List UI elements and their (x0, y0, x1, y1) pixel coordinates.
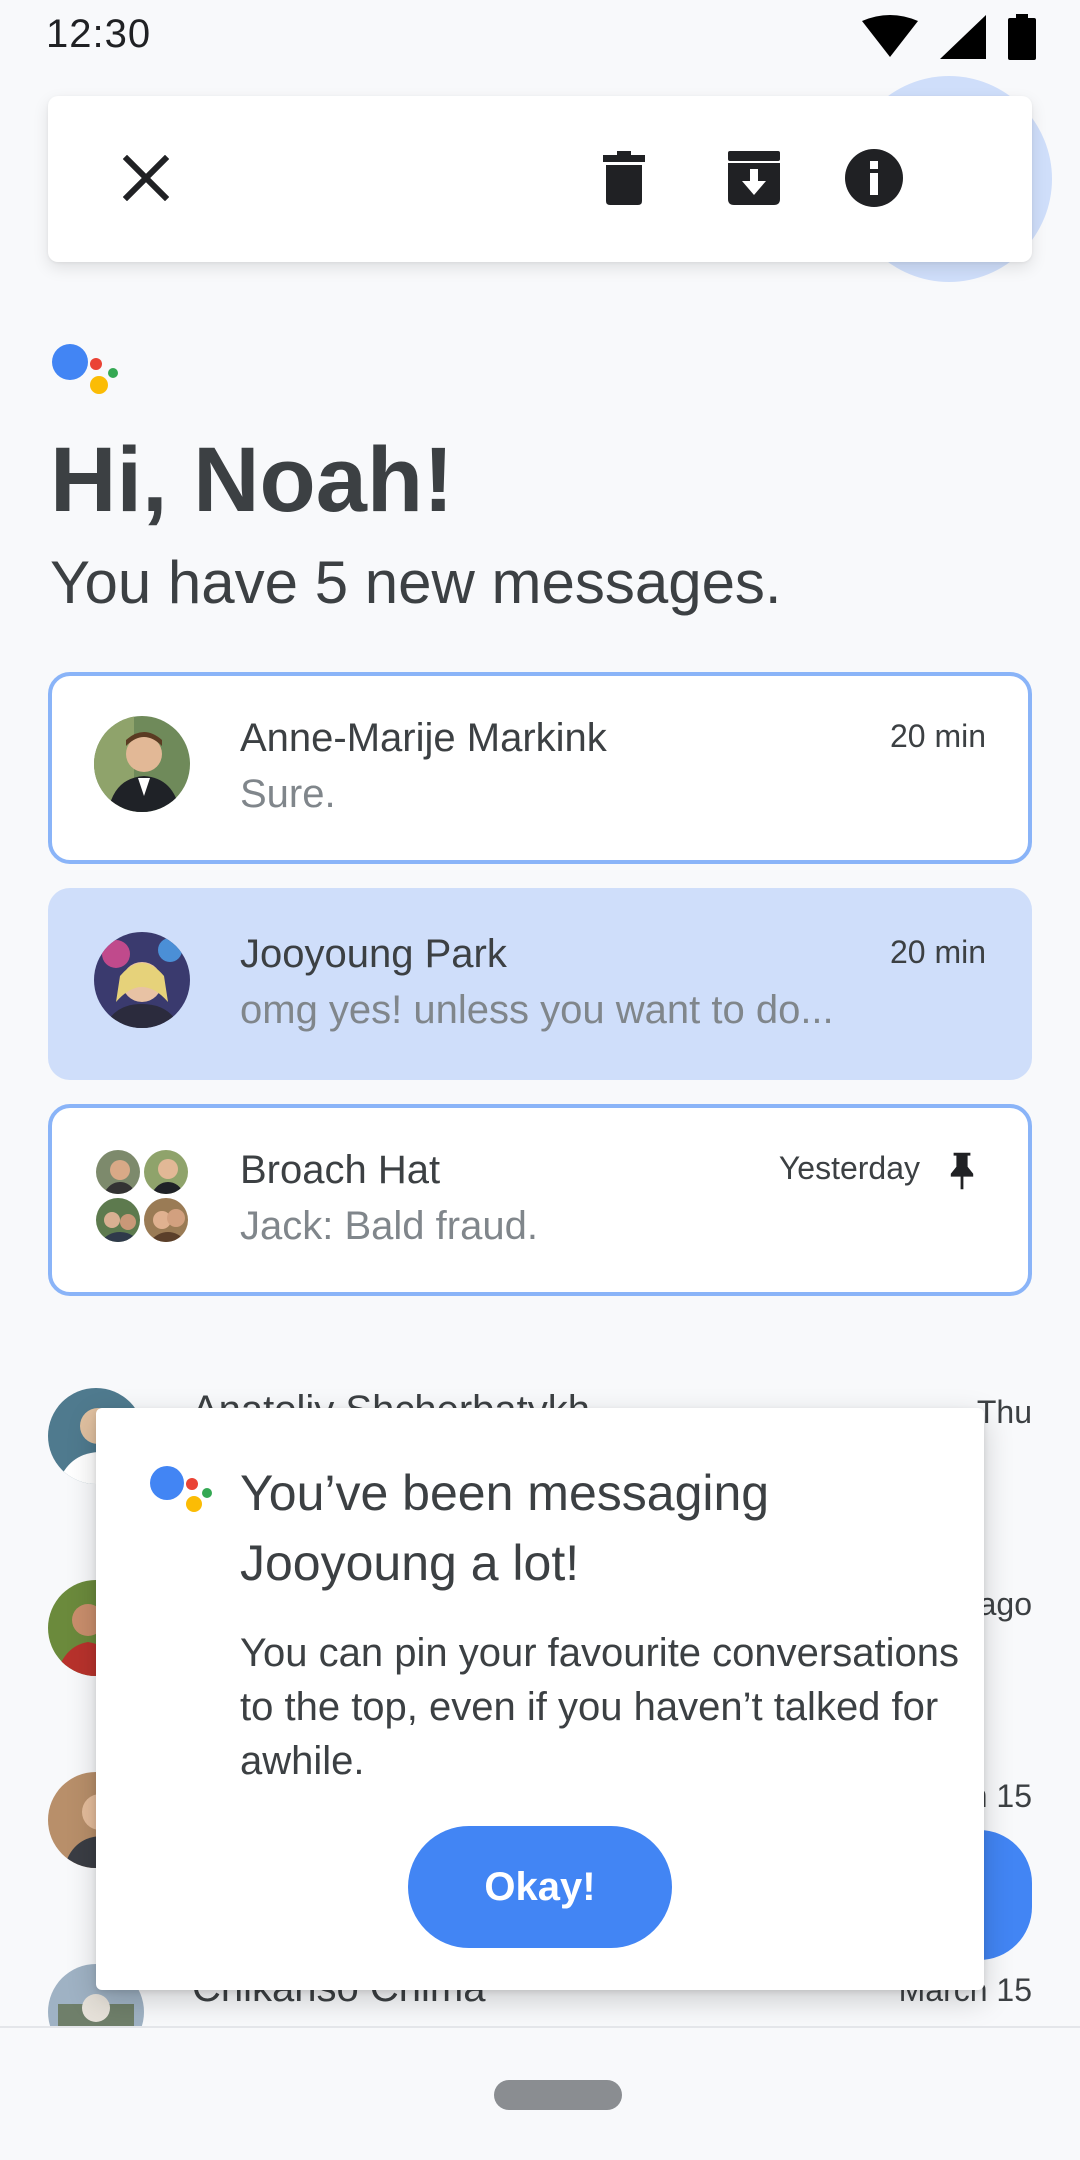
assistant-logo (52, 342, 118, 406)
wifi-icon (862, 15, 918, 57)
contact-name: Jooyoung Park (240, 932, 507, 976)
close-button[interactable] (100, 132, 192, 224)
message-time: Thu (976, 1394, 1032, 1430)
delete-button[interactable] (578, 132, 670, 224)
conversation-card[interactable]: Broach Hat Jack: Bald fraud. Yesterday (48, 1104, 1032, 1296)
contact-name: Anne-Marije Markink (240, 716, 607, 760)
avatar (94, 716, 190, 812)
status-bar: 12:30 (0, 0, 1080, 72)
message-time: 20 min (889, 718, 986, 754)
message-time: Yesterday (778, 1150, 920, 1186)
archive-icon (728, 151, 780, 205)
message-snippet: Sure. (240, 772, 336, 816)
contact-name: Broach Hat (240, 1148, 441, 1192)
avatar (94, 932, 190, 1028)
selection-action-bar (48, 96, 1032, 262)
group-avatar (94, 1148, 194, 1248)
assistant-logo (150, 1464, 214, 1528)
info-icon (845, 149, 903, 207)
status-icons (862, 14, 1036, 60)
status-time: 12:30 (46, 12, 152, 56)
close-icon (123, 155, 169, 201)
dialog-body: You can pin your favourite conversations… (240, 1631, 959, 1783)
navigation-bar (0, 2026, 1080, 2160)
dialog-title: You’ve been messaging Jooyoung a lot! (240, 1465, 770, 1591)
greeting-title: Hi, Noah! (50, 429, 454, 531)
conversation-card[interactable]: Anne-Marije Markink Sure. 20 min (48, 672, 1032, 864)
pin-suggestion-dialog: You’ve been messaging Jooyoung a lot! Yo… (96, 1408, 984, 1990)
message-snippet: omg yes! unless you want to do... (240, 988, 834, 1032)
message-time: ago (978, 1586, 1032, 1622)
battery-icon (1008, 14, 1036, 60)
delete-icon (603, 151, 645, 205)
cell-signal-icon (940, 15, 986, 59)
home-gesture-handle[interactable] (494, 2080, 622, 2110)
greeting-subtitle: You have 5 new messages. (50, 549, 782, 616)
info-button[interactable] (828, 132, 920, 224)
archive-button[interactable] (708, 132, 800, 224)
conversation-card-selected[interactable]: Jooyoung Park omg yes! unless you want t… (48, 888, 1032, 1080)
pin-icon (950, 1152, 974, 1190)
message-time: 20 min (889, 934, 986, 970)
okay-button[interactable]: Okay! (408, 1826, 672, 1948)
message-snippet: Jack: Bald fraud. (240, 1204, 538, 1248)
